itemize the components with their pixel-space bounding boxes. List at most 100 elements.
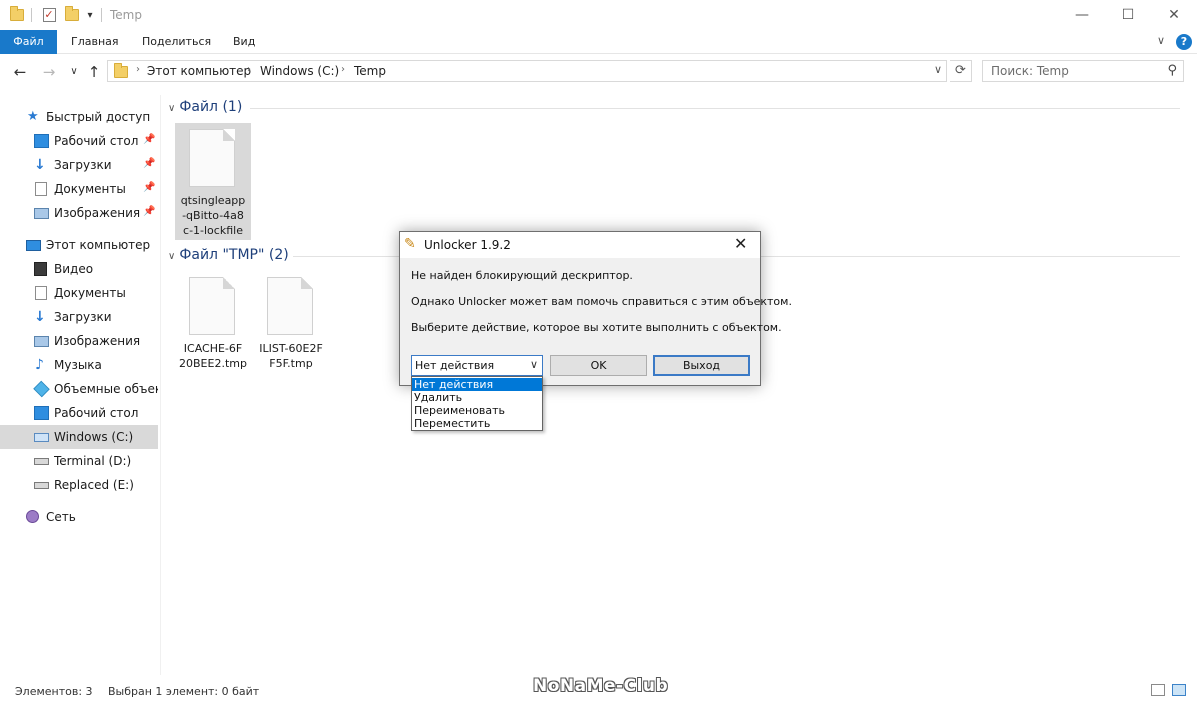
exit-button[interactable]: Выход: [653, 355, 750, 376]
document-icon: [35, 182, 47, 196]
pin-icon[interactable]: 📌: [143, 206, 155, 217]
ok-button[interactable]: OK: [550, 355, 647, 376]
help-icon[interactable]: ?: [1176, 34, 1192, 50]
file-tile[interactable]: ILIST-60E2F F5F.tmp: [253, 271, 329, 371]
dialog-message: Не найден блокирующий дескриптор.: [411, 269, 633, 282]
breadcrumb-this-pc[interactable]: Этот компьютер: [147, 64, 251, 78]
customize-toolbar-icon[interactable]: ▾: [84, 6, 96, 24]
forward-icon[interactable]: →: [40, 63, 58, 81]
separator: [31, 8, 32, 22]
tab-view[interactable]: Вид: [233, 30, 255, 54]
dropdown-option-rename[interactable]: Переименовать: [412, 404, 542, 417]
nav-label: Объемные объекты: [54, 382, 158, 396]
pin-icon[interactable]: 📌: [143, 158, 155, 169]
ribbon-tabs: Файл Главная Поделиться Вид ∨ ?: [0, 30, 1197, 54]
tab-file[interactable]: Файл: [0, 30, 57, 54]
pin-icon[interactable]: 📌: [143, 182, 155, 193]
details-view-icon[interactable]: [1151, 684, 1165, 696]
nav-pictures[interactable]: Изображения 📌: [0, 201, 158, 225]
dropdown-option-no-action[interactable]: Нет действия: [412, 378, 542, 391]
search-input[interactable]: Поиск: Temp ⚲: [982, 60, 1184, 82]
nav-network[interactable]: Сеть: [0, 505, 158, 529]
nav-drive-c[interactable]: Windows (C:): [0, 425, 158, 449]
music-icon: ♪: [35, 357, 44, 373]
chevron-down-icon[interactable]: ∨: [168, 103, 175, 114]
nav-quick-access[interactable]: ★ Быстрый доступ: [0, 105, 158, 129]
network-icon: [26, 510, 39, 523]
tab-share[interactable]: Поделиться: [142, 30, 211, 54]
expand-ribbon-icon[interactable]: ∨: [1157, 34, 1165, 47]
file-tile[interactable]: ICACHE-6F 20BEE2.tmp: [175, 271, 251, 371]
nav-drive-e[interactable]: Replaced (E:): [0, 473, 158, 497]
tab-home[interactable]: Главная: [71, 30, 119, 54]
chevron-down-icon[interactable]: ∨: [168, 251, 175, 262]
nav-label: Видео: [54, 262, 94, 276]
dropdown-option-delete[interactable]: Удалить: [412, 391, 542, 404]
3d-objects-icon: [33, 380, 50, 398]
nav-pc-desktop[interactable]: Рабочий стол: [0, 401, 158, 425]
file-icon: [189, 277, 235, 335]
group-header[interactable]: ∨ Файл "TMP" (2): [168, 247, 289, 263]
address-dropdown-icon[interactable]: ∨: [934, 63, 942, 76]
computer-icon: [26, 240, 41, 251]
nav-label: Рабочий стол: [54, 406, 139, 420]
nav-label: Документы: [54, 182, 126, 196]
nav-videos[interactable]: Видео: [0, 257, 158, 281]
group-header[interactable]: ∨ Файл (1): [168, 99, 242, 115]
search-icon[interactable]: ⚲: [1167, 63, 1177, 78]
nav-pc-downloads[interactable]: ↓ Загрузки: [0, 305, 158, 329]
unlocker-dialog: ✎ Unlocker 1.9.2 ✕ Не найден блокирующий…: [399, 231, 792, 386]
dialog-message: Выберите действие, которое вы хотите вып…: [411, 321, 782, 334]
maximize-icon[interactable]: ☐: [1105, 0, 1151, 30]
nav-label: Windows (C:): [54, 430, 134, 444]
title-bar: ✓ ▾ Temp — ☐ ✕: [0, 0, 1197, 30]
large-icons-view-icon[interactable]: [1172, 684, 1186, 696]
nav-desktop[interactable]: Рабочий стол 📌: [0, 129, 158, 153]
pane-divider[interactable]: [160, 95, 161, 675]
minimize-icon[interactable]: —: [1059, 0, 1105, 30]
nav-pc-documents[interactable]: Документы: [0, 281, 158, 305]
nav-this-pc[interactable]: Этот компьютер: [0, 233, 158, 257]
nav-documents[interactable]: Документы 📌: [0, 177, 158, 201]
refresh-icon[interactable]: ⟳: [950, 60, 972, 82]
file-name-line: -qBitto-4a8: [182, 209, 244, 222]
nav-label: Документы: [54, 286, 126, 300]
file-name-line: 20BEE2.tmp: [179, 357, 247, 370]
file-tile[interactable]: qtsingleapp -qBitto-4a8 c-1-lockfile: [175, 123, 251, 240]
nav-3d-objects[interactable]: Объемные объекты: [0, 377, 158, 401]
up-icon[interactable]: ↑: [85, 63, 103, 81]
dropdown-option-move[interactable]: Переместить: [412, 417, 542, 430]
new-folder-icon[interactable]: [64, 6, 80, 24]
file-name-line: ICACHE-6F: [183, 342, 243, 355]
item-count: Элементов: 3: [15, 685, 93, 698]
back-icon[interactable]: ←: [11, 63, 29, 81]
nav-music[interactable]: ♪ Музыка: [0, 353, 158, 377]
chevron-right-icon[interactable]: ›: [247, 64, 251, 75]
breadcrumb-drive-c[interactable]: Windows (C:): [260, 64, 339, 78]
recent-locations-icon[interactable]: ∨: [65, 63, 83, 81]
close-icon[interactable]: ✕: [734, 234, 747, 253]
dialog-title-bar[interactable]: ✎ Unlocker 1.9.2 ✕: [400, 232, 760, 258]
action-select[interactable]: Нет действия ∨: [411, 355, 543, 376]
nav-label: Изображения: [54, 206, 141, 220]
drive-icon: [34, 482, 49, 489]
nav-label: Загрузки: [54, 158, 112, 172]
chevron-right-icon[interactable]: ›: [341, 64, 345, 75]
nav-label: Рабочий стол: [54, 134, 139, 148]
properties-icon[interactable]: ✓: [41, 6, 57, 24]
breadcrumb-temp[interactable]: Temp: [354, 64, 386, 78]
separator: [101, 8, 102, 22]
watermark: NoNaMe-Club: [533, 676, 669, 696]
pin-icon[interactable]: 📌: [143, 134, 155, 145]
address-bar[interactable]: › Этот компьютер › Windows (C:) › Temp: [107, 60, 947, 82]
nav-label: Загрузки: [54, 310, 112, 324]
chevron-down-icon[interactable]: ∨: [530, 358, 538, 371]
navigation-bar: ← → ∨ ↑ › Этот компьютер › Windows (C:) …: [0, 55, 1197, 89]
close-icon[interactable]: ✕: [1151, 0, 1197, 30]
nav-label: Изображения: [54, 334, 141, 348]
nav-drive-d[interactable]: Terminal (D:): [0, 449, 158, 473]
nav-pc-pictures[interactable]: Изображения: [0, 329, 158, 353]
action-dropdown-list: Нет действия Удалить Переименовать Перем…: [411, 376, 543, 431]
chevron-right-icon[interactable]: ›: [136, 64, 140, 75]
nav-downloads[interactable]: ↓ Загрузки 📌: [0, 153, 158, 177]
